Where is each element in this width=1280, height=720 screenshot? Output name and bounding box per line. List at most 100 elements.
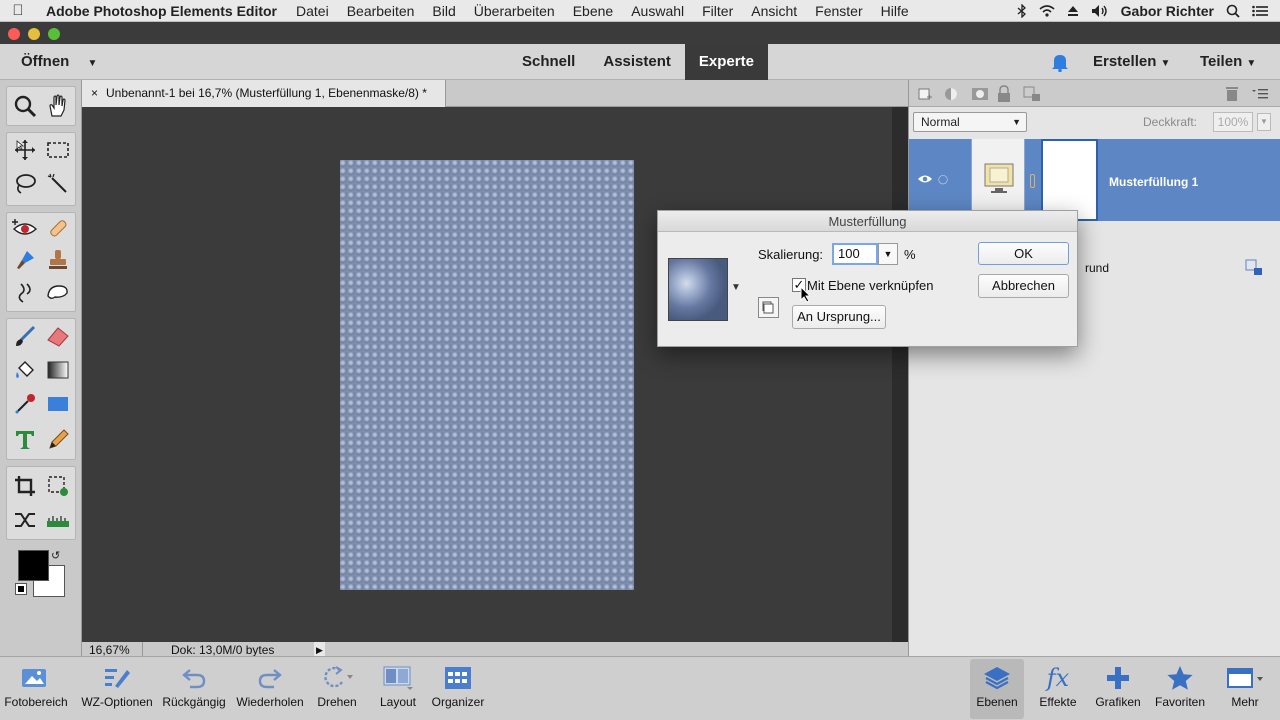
- straighten-tool-icon[interactable]: [45, 507, 71, 533]
- pattern-picker-arrow-icon[interactable]: ▼: [731, 282, 741, 293]
- rotate-button[interactable]: Drehen: [312, 661, 362, 709]
- type-tool-icon[interactable]: [12, 427, 38, 453]
- photo-bin-button[interactable]: Fotobereich: [4, 661, 68, 709]
- effects-button[interactable]: fx Effekte: [1032, 661, 1084, 709]
- layer-mask-thumbnail[interactable]: [1041, 139, 1098, 221]
- opacity-slider-arrow-icon[interactable]: ▼: [1257, 113, 1271, 131]
- visibility-eye-icon[interactable]: [917, 174, 933, 184]
- lock-transparency-icon[interactable]: [1023, 86, 1041, 102]
- tab-experte[interactable]: Experte: [684, 44, 768, 80]
- recompose-tool-icon[interactable]: [45, 473, 71, 499]
- wifi-icon[interactable]: [1039, 4, 1055, 17]
- eyedropper-tool-icon[interactable]: [12, 391, 38, 417]
- sponge-tool-icon[interactable]: [45, 279, 71, 305]
- blend-mode-dropdown[interactable]: Normal ▼: [913, 112, 1027, 132]
- apple-icon[interactable]: : [0, 2, 36, 19]
- layers-button[interactable]: Ebenen: [970, 659, 1024, 719]
- crop-tool-icon[interactable]: [12, 473, 38, 499]
- paint-bucket-icon[interactable]: [12, 357, 38, 383]
- menu-ueberarbeiten[interactable]: Überarbeiten: [465, 3, 564, 19]
- menu-ansicht[interactable]: Ansicht: [742, 3, 806, 19]
- new-layer-icon[interactable]: [917, 86, 933, 102]
- blur-tool-icon[interactable]: [12, 279, 38, 305]
- new-preset-button[interactable]: [758, 297, 779, 318]
- search-icon[interactable]: [1226, 4, 1240, 18]
- eject-icon[interactable]: [1067, 5, 1079, 17]
- document-tab[interactable]: × Unbenannt-1 bei 16,7% (Musterfüllung 1,…: [82, 80, 446, 107]
- lock-all-icon[interactable]: [997, 85, 1011, 103]
- bluetooth-icon[interactable]: [1017, 3, 1027, 18]
- menu-bild[interactable]: Bild: [423, 3, 464, 19]
- share-button[interactable]: Teilen ▼: [1200, 53, 1256, 70]
- minimize-window-button[interactable]: [28, 28, 40, 40]
- scale-dropdown-button[interactable]: ▼: [878, 243, 898, 265]
- app-menu[interactable]: Adobe Photoshop Elements Editor: [36, 3, 287, 19]
- ok-button[interactable]: OK: [978, 242, 1069, 265]
- content-aware-move-icon[interactable]: [12, 507, 38, 533]
- opacity-field[interactable]: 100%: [1213, 112, 1253, 132]
- gradient-tool-icon[interactable]: [45, 357, 71, 383]
- menu-datei[interactable]: Datei: [287, 3, 338, 19]
- tab-assistent[interactable]: Assistent: [589, 44, 685, 80]
- spot-healing-brush-icon[interactable]: [45, 215, 71, 241]
- favorites-button[interactable]: Favoriten: [1150, 661, 1210, 709]
- tool-options-icon: [78, 661, 156, 695]
- red-eye-tool-icon[interactable]: [12, 215, 38, 241]
- hand-tool-icon[interactable]: [45, 93, 71, 119]
- trash-icon[interactable]: [1225, 85, 1239, 102]
- layout-button[interactable]: Layout: [372, 661, 424, 709]
- zoom-tool-icon[interactable]: [12, 93, 38, 119]
- cancel-button[interactable]: Abbrechen: [978, 274, 1069, 298]
- close-window-button[interactable]: [8, 28, 20, 40]
- fill-layer-thumbnail[interactable]: [971, 139, 1025, 221]
- list-icon[interactable]: [1252, 5, 1268, 17]
- tool-options-button[interactable]: WZ-Optionen: [78, 661, 156, 709]
- undo-button[interactable]: Rückgängig: [158, 661, 230, 709]
- shape-tool-icon[interactable]: [45, 391, 71, 417]
- graphics-button[interactable]: Grafiken: [1090, 661, 1146, 709]
- layer-mask-icon[interactable]: [971, 86, 989, 102]
- magic-wand-tool-icon[interactable]: [45, 171, 71, 197]
- layer-row-musterfuellung[interactable]: ◯ Musterfüllung 1: [909, 139, 1280, 221]
- organizer-button[interactable]: Organizer: [428, 661, 488, 709]
- marquee-tool-icon[interactable]: [45, 137, 71, 163]
- menu-filter[interactable]: Filter: [693, 3, 742, 19]
- link-icon[interactable]: [1030, 174, 1035, 188]
- rotate-label: Drehen: [317, 695, 357, 709]
- menu-fenster[interactable]: Fenster: [806, 3, 871, 19]
- adjustment-layer-icon[interactable]: [943, 86, 961, 102]
- bell-icon[interactable]: [1050, 52, 1070, 72]
- scale-input[interactable]: 100: [832, 243, 878, 265]
- foreground-color-swatch[interactable]: [18, 550, 49, 581]
- menu-ebene[interactable]: Ebene: [564, 3, 622, 19]
- default-colors-icon[interactable]: [15, 583, 27, 595]
- snap-to-origin-button[interactable]: An Ursprung...: [792, 305, 886, 329]
- more-button[interactable]: Mehr: [1222, 661, 1268, 709]
- create-button[interactable]: Erstellen ▼: [1093, 53, 1170, 70]
- brush-tool-icon[interactable]: [12, 323, 38, 349]
- open-button[interactable]: Öffnen ▼: [21, 53, 97, 70]
- zoom-field[interactable]: 16,67%: [89, 643, 130, 657]
- menu-auswahl[interactable]: Auswahl: [622, 3, 693, 19]
- smart-brush-icon[interactable]: [12, 247, 38, 273]
- clone-stamp-icon[interactable]: [45, 247, 71, 273]
- tab-schnell[interactable]: Schnell: [508, 44, 589, 80]
- menu-bearbeiten[interactable]: Bearbeiten: [338, 3, 424, 19]
- volume-icon[interactable]: [1091, 4, 1109, 18]
- pencil-tool-icon[interactable]: [45, 427, 71, 453]
- eraser-tool-icon[interactable]: [45, 323, 71, 349]
- close-tab-icon[interactable]: ×: [91, 86, 98, 100]
- background-lock-icon[interactable]: [1245, 259, 1263, 277]
- link-with-layer-label: Mit Ebene verknüpfen: [807, 278, 934, 293]
- zoom-window-button[interactable]: [48, 28, 60, 40]
- user-name[interactable]: Gabor Richter: [1121, 3, 1214, 19]
- lasso-tool-icon[interactable]: [12, 171, 38, 197]
- document-image-pattern[interactable]: [340, 160, 634, 590]
- redo-button[interactable]: Wiederholen: [232, 661, 308, 709]
- move-tool-icon[interactable]: [12, 137, 38, 163]
- pattern-swatch[interactable]: [668, 258, 728, 321]
- panel-menu-icon[interactable]: [1251, 88, 1269, 100]
- swap-colors-icon[interactable]: ↺: [51, 549, 60, 562]
- menu-hilfe[interactable]: Hilfe: [872, 3, 918, 19]
- vertical-scrollbar[interactable]: [892, 107, 908, 642]
